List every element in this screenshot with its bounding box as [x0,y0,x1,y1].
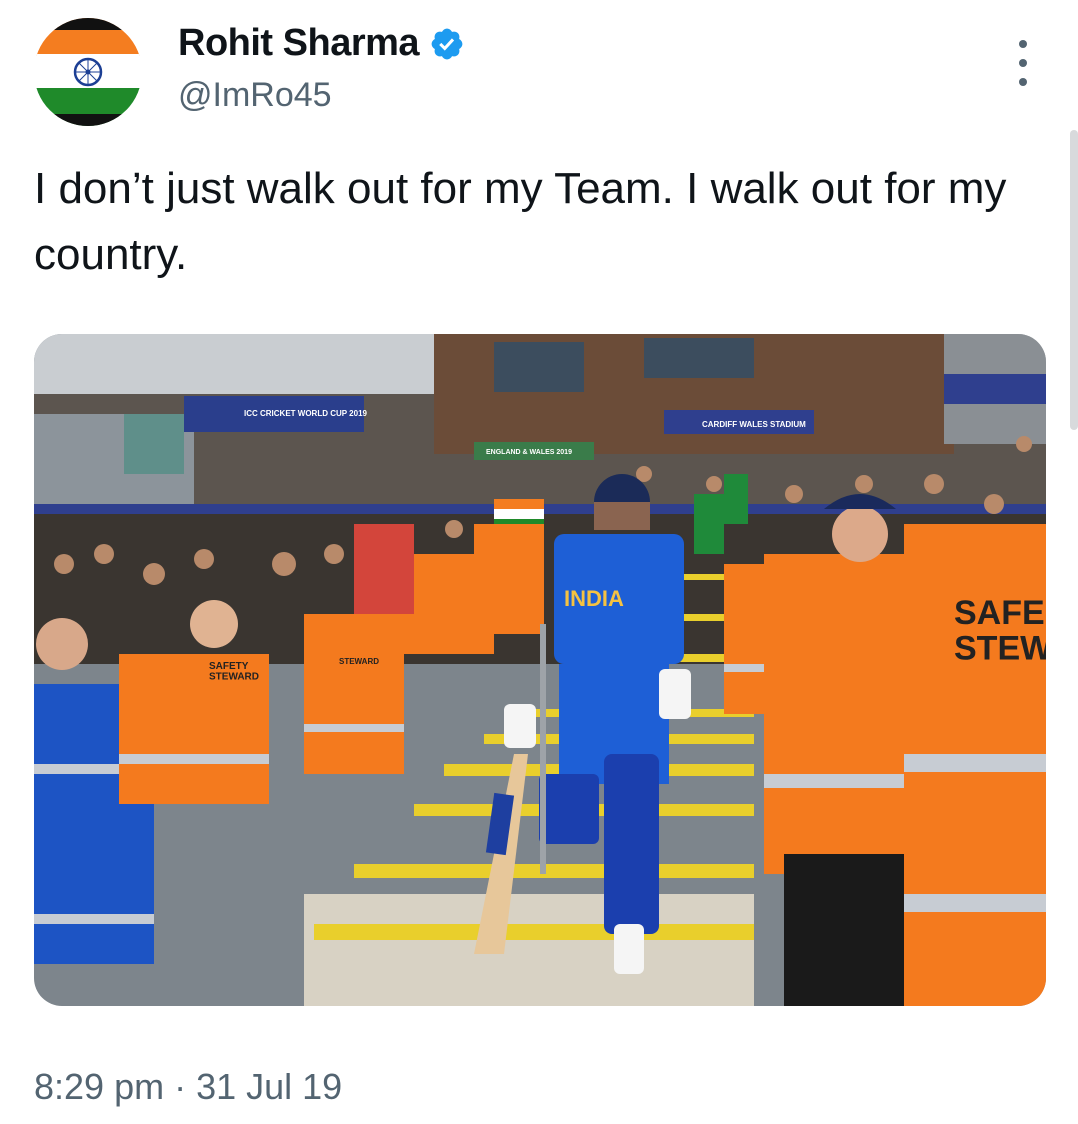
banner-england: ENGLAND & WALES 2019 [486,449,572,456]
steward-vest-mid: STEWARD [339,657,379,666]
tweet-timestamp[interactable]: 8:29 pm · 31 Jul 19 [34,1066,342,1108]
banner-stadium: CARDIFF WALES STADIUM [702,420,806,429]
author-handle[interactable]: @ImRo45 [178,76,332,115]
tweet-text: I don’t just walk out for my Team. I wal… [34,164,1007,279]
steward-vest-right: SAFE STEW [954,594,1046,668]
more-dot [1019,40,1027,48]
india-flag-avatar-image [34,18,142,126]
verified-badge-icon[interactable] [429,26,465,62]
author-name[interactable]: Rohit Sharma [178,22,420,65]
more-dot [1019,59,1027,67]
jersey-text: INDIA [564,586,624,611]
more-options-icon[interactable] [1008,40,1038,86]
scrollbar[interactable] [1070,130,1078,430]
cricket-walkout-photo: ICC CRICKET WORLD CUP 2019 CARDIFF WALES… [34,334,1046,1006]
tweet-media-photo[interactable]: ICC CRICKET WORLD CUP 2019 CARDIFF WALES… [34,334,1046,1006]
banner-worldcup: ICC CRICKET WORLD CUP 2019 [244,409,368,418]
author-name-row[interactable]: Rohit Sharma [178,22,465,65]
more-dot [1019,78,1027,86]
profile-avatar[interactable] [34,18,142,126]
